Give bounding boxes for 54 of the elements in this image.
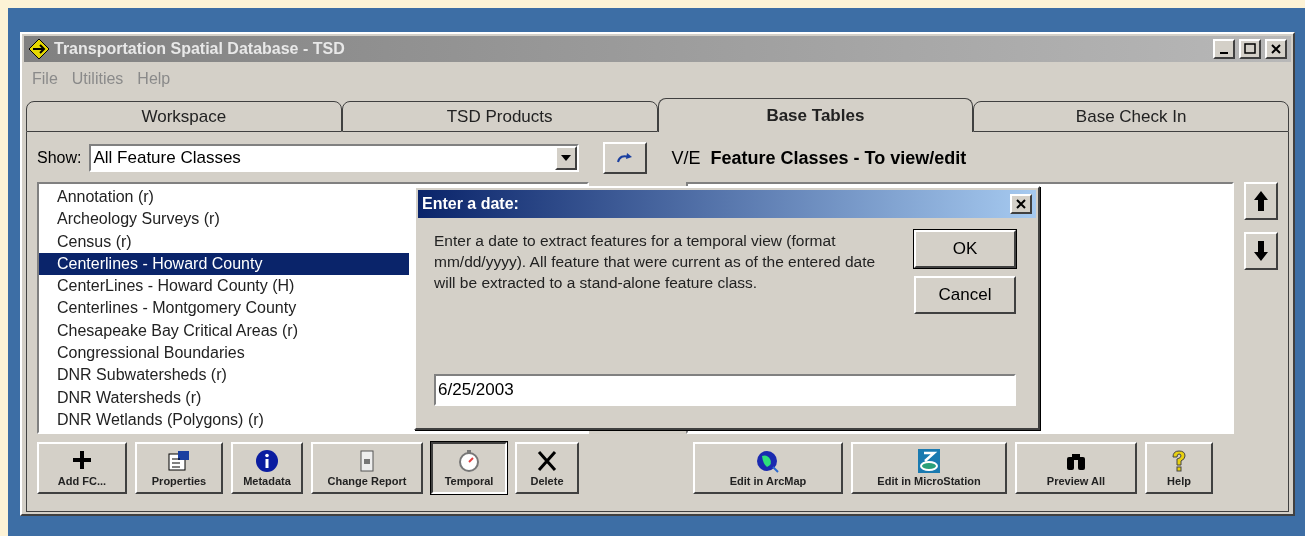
close-button[interactable]	[1010, 194, 1032, 214]
close-icon	[1015, 198, 1027, 210]
close-button[interactable]	[1265, 39, 1287, 59]
close-icon	[1270, 43, 1282, 55]
list-item[interactable]: CenterLines - Howard County (H)	[39, 275, 409, 298]
info-icon	[254, 449, 280, 473]
dialog-button[interactable]: Cancel	[914, 276, 1016, 314]
minimize-button[interactable]	[1213, 39, 1235, 59]
maximize-button[interactable]	[1239, 39, 1261, 59]
list-item[interactable]: DNR Subwatersheds (r)	[39, 364, 409, 387]
down-arrow-icon	[1254, 241, 1268, 261]
tab[interactable]: Base Tables	[657, 98, 974, 132]
list-item[interactable]: Annotation (r)	[39, 186, 409, 209]
list-header: V/E Feature Classes - To view/edit	[671, 147, 967, 169]
list-item[interactable]: Centerlines - Howard County	[39, 252, 409, 276]
maximize-icon	[1244, 43, 1256, 55]
list-item[interactable]: Census (r)	[39, 230, 409, 253]
stopwatch-icon	[456, 449, 482, 473]
list-item[interactable]: DNR Wetlands (Polygons) (r)	[39, 408, 409, 432]
tab[interactable]: TSD Products	[341, 101, 658, 132]
list-item[interactable]: Congressional Boundaries	[39, 342, 409, 365]
list-item[interactable]: DNR Watersheds (r)	[39, 386, 409, 409]
dialog-title: Enter a date:	[422, 195, 519, 213]
minimize-icon	[1220, 52, 1228, 54]
window-title: Transportation Spatial Database - TSD	[54, 40, 346, 58]
toolbar-button[interactable]: Edit in ArcMap	[693, 442, 843, 494]
tab[interactable]: Base Check In	[973, 101, 1289, 132]
toolbar-button[interactable]: Properties	[135, 442, 223, 494]
dialog-button[interactable]: OK	[914, 230, 1016, 268]
logo-icon	[916, 449, 942, 473]
tab[interactable]: Workspace	[26, 101, 342, 132]
move-up-button[interactable]	[1244, 182, 1278, 220]
toolbar-button[interactable]: Temporal	[431, 442, 507, 494]
toolbar-button[interactable]: Help	[1145, 442, 1213, 494]
date-input[interactable]: 6/25/2003	[434, 374, 1016, 406]
move-down-button[interactable]	[1244, 232, 1278, 270]
show-label: Show:	[37, 149, 82, 167]
toolbar-button[interactable]: Edit in MicroStation	[851, 442, 1007, 494]
up-arrow-icon	[1254, 191, 1268, 211]
toolbar-button[interactable]: Delete	[515, 442, 579, 494]
toolbar-button[interactable]: Add FC...	[37, 442, 127, 494]
toolbar-button[interactable]: Metadata	[231, 442, 303, 494]
list-item[interactable]: Archeology Surveys (r)	[39, 208, 409, 231]
dialog-message: Enter a date to extract features for a temporal view (format mm/dd/yyyy). All feature that were current as of the entered date will be extracted to a stand-alone feature class.	[434, 231, 877, 293]
show-dropdown[interactable]: All Feature Classes	[89, 144, 580, 172]
globe-icon	[755, 449, 781, 473]
refresh-button[interactable]	[603, 142, 648, 174]
dropdown-arrow-icon	[561, 155, 572, 161]
toolbar-button[interactable]: Change Report	[311, 442, 423, 494]
toolbar-button[interactable]: Preview All	[1015, 442, 1137, 494]
diamond-sign-icon	[28, 38, 50, 60]
list-item[interactable]: Centerlines - Montgomery County	[39, 297, 409, 320]
list-item[interactable]: Chesapeake Bay Critical Areas (r)	[39, 319, 409, 343]
window-icon	[166, 449, 192, 473]
